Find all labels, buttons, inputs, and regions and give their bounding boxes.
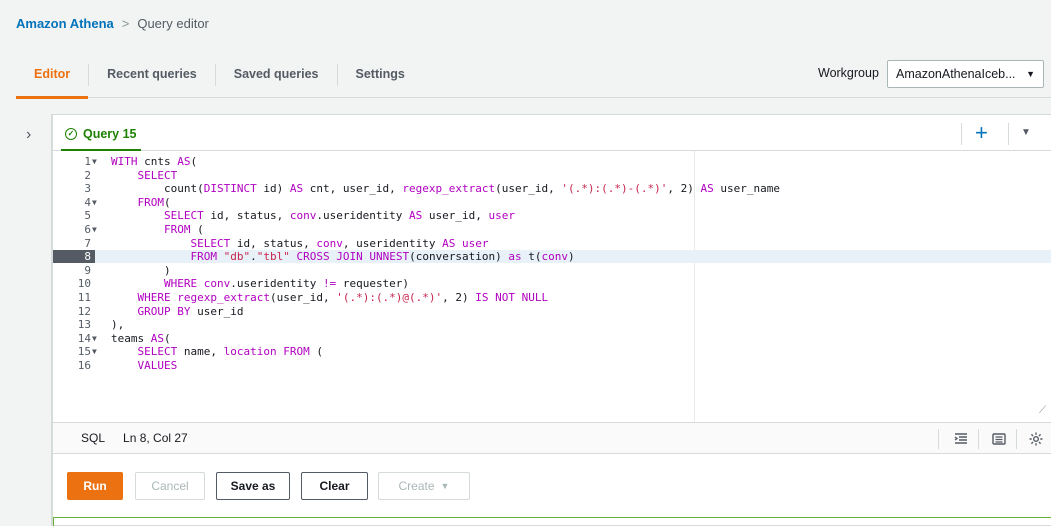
- code-line[interactable]: 13),: [53, 318, 1051, 331]
- format-query-icon[interactable]: [953, 431, 969, 447]
- add-query-tab-icon[interactable]: +: [975, 119, 988, 147]
- tab-saved-queries[interactable]: Saved queries: [216, 52, 337, 98]
- line-number: 14: [77, 331, 91, 345]
- code-text: WHERE regexp_extract(user_id, '(.*):(.*)…: [137, 291, 549, 304]
- fold-arrow-icon[interactable]: ▼: [92, 155, 97, 168]
- tab-recent-queries[interactable]: Recent queries: [89, 52, 215, 98]
- code-line[interactable]: 7 SELECT id, status, conv, useridentity …: [53, 237, 1051, 250]
- caret-down-icon: ▼: [440, 481, 450, 491]
- tab-menu-caret-icon[interactable]: ▼: [1021, 127, 1031, 138]
- code-text: ): [111, 263, 171, 277]
- workgroup-select[interactable]: AmazonAthenaIceb... ▼: [887, 60, 1044, 88]
- line-number: 13: [77, 318, 91, 332]
- top-bar: Amazon Athena > Query editor: [0, 0, 1051, 52]
- line-number: 3: [84, 182, 91, 196]
- workgroup-label: Workgroup: [818, 66, 879, 80]
- code-line[interactable]: 15 ▼ SELECT name, location FROM (: [53, 345, 1051, 358]
- fold-arrow-icon[interactable]: ▼: [92, 345, 97, 358]
- code-text: GROUP BY user_id: [137, 304, 244, 318]
- code-line[interactable]: 10 WHERE conv.useridentity != requester): [53, 277, 1051, 290]
- language-indicator: SQL: [81, 431, 106, 445]
- cancel-button[interactable]: Cancel: [135, 472, 205, 500]
- breadcrumb-current: Query editor: [137, 16, 209, 31]
- line-number: 9: [84, 263, 91, 277]
- query-tab-label: Query 15: [83, 127, 137, 141]
- code-text: ),: [111, 318, 125, 332]
- line-number: 1: [84, 155, 91, 168]
- query-actions: Run Cancel Save as Clear Create ▼: [53, 454, 1051, 514]
- caret-down-icon: ▼: [1026, 69, 1035, 79]
- check-circle-icon: ✓: [65, 128, 77, 140]
- chevron-right-icon[interactable]: ›: [26, 126, 31, 144]
- gear-icon[interactable]: [1028, 431, 1044, 447]
- editor-status-bar: SQL Ln 8, Col 27: [53, 422, 1051, 454]
- save-as-button[interactable]: Save as: [216, 472, 290, 500]
- line-number: 4: [84, 195, 91, 209]
- fold-arrow-icon[interactable]: ▼: [92, 332, 97, 345]
- cursor-position: Ln 8, Col 27: [123, 431, 188, 445]
- sql-code-editor[interactable]: ⟋ 1 ▼ WITH cnts AS(2 SELECT 3 count(DISTINC…: [53, 151, 1051, 422]
- run-button[interactable]: Run: [67, 472, 123, 500]
- line-number: 11: [77, 291, 91, 304]
- query-tab-15[interactable]: ✓ Query 15: [61, 119, 141, 151]
- code-text: VALUES: [137, 359, 178, 372]
- code-line[interactable]: 6 ▼ FROM (: [53, 223, 1051, 236]
- status-divider: [978, 429, 979, 449]
- code-text: SELECT id, status, conv.useridentity AS …: [163, 209, 516, 223]
- code-line[interactable]: 2 SELECT: [53, 169, 1051, 182]
- line-number: 12: [77, 304, 91, 318]
- code-text: count(DISTINCT id) AS cnt, user_id, rege…: [111, 182, 780, 196]
- code-text: FROM "db"."tbl" CROSS JOIN UNNEST(conver…: [190, 250, 575, 264]
- tab-settings[interactable]: Settings: [338, 52, 423, 98]
- side-panel-rail: [0, 114, 52, 526]
- breadcrumb: Amazon Athena > Query editor: [16, 16, 209, 31]
- fold-arrow-icon[interactable]: ▼: [92, 196, 97, 209]
- line-number: 15: [77, 345, 91, 359]
- code-text: SELECT name, location FROM (: [137, 345, 323, 359]
- code-text: WITH cnts AS(: [111, 155, 198, 168]
- code-text: SELECT id, status, conv, useridentity AS…: [190, 236, 489, 250]
- code-line[interactable]: 14 ▼ teams AS(: [53, 332, 1051, 345]
- line-number: 7: [84, 236, 91, 250]
- query-results-panel: [53, 517, 1051, 526]
- clear-button[interactable]: Clear: [301, 472, 368, 500]
- line-number: 16: [77, 359, 91, 372]
- query-editor-panel: ✓ Query 15 + ▼ ⟋ 1 ▼ WITH cnts AS(2 SELECT…: [52, 114, 1051, 526]
- code-line[interactable]: 12 GROUP BY user_id: [53, 305, 1051, 318]
- line-number: 5: [84, 209, 91, 223]
- keyboard-shortcuts-icon[interactable]: [991, 431, 1007, 447]
- code-line[interactable]: 1 ▼ WITH cnts AS(: [53, 155, 1051, 168]
- query-tabs-header: ✓ Query 15 + ▼: [53, 115, 1051, 151]
- status-divider: [1016, 429, 1017, 449]
- code-text: FROM (: [163, 223, 204, 236]
- line-number: 6: [84, 223, 91, 236]
- create-button[interactable]: Create ▼: [378, 472, 470, 500]
- code-line[interactable]: 3 count(DISTINCT id) AS cnt, user_id, re…: [53, 182, 1051, 195]
- code-line[interactable]: 16 VALUES: [53, 359, 1051, 372]
- header-divider: [961, 123, 962, 145]
- resize-grip-icon[interactable]: ⟋: [1039, 405, 1046, 416]
- status-divider: [938, 429, 939, 449]
- code-text: SELECT: [137, 168, 178, 182]
- breadcrumb-separator: >: [121, 16, 130, 31]
- tab-editor[interactable]: Editor: [16, 52, 89, 99]
- code-text: teams AS(: [111, 331, 171, 345]
- line-number: 2: [84, 168, 91, 182]
- line-number: 10: [77, 277, 91, 291]
- code-text: WHERE conv.useridentity != requester): [163, 277, 410, 291]
- workgroup-value: AmazonAthenaIceb...: [896, 67, 1016, 81]
- code-line[interactable]: 5 SELECT id, status, conv.useridentity A…: [53, 209, 1051, 222]
- code-text: FROM(: [137, 195, 171, 209]
- create-button-label: Create: [398, 479, 435, 493]
- line-number: 8: [53, 250, 95, 264]
- breadcrumb-athena-link[interactable]: Amazon Athena: [16, 16, 114, 31]
- fold-arrow-icon[interactable]: ▼: [92, 223, 97, 236]
- header-divider: [1008, 123, 1009, 145]
- code-line[interactable]: 8 FROM "db"."tbl" CROSS JOIN UNNEST(conv…: [53, 250, 1051, 264]
- code-line[interactable]: 9 ): [53, 264, 1051, 277]
- code-line[interactable]: 11 WHERE regexp_extract(user_id, '(.*):(…: [53, 291, 1051, 304]
- code-line[interactable]: 4 ▼ FROM(: [53, 196, 1051, 209]
